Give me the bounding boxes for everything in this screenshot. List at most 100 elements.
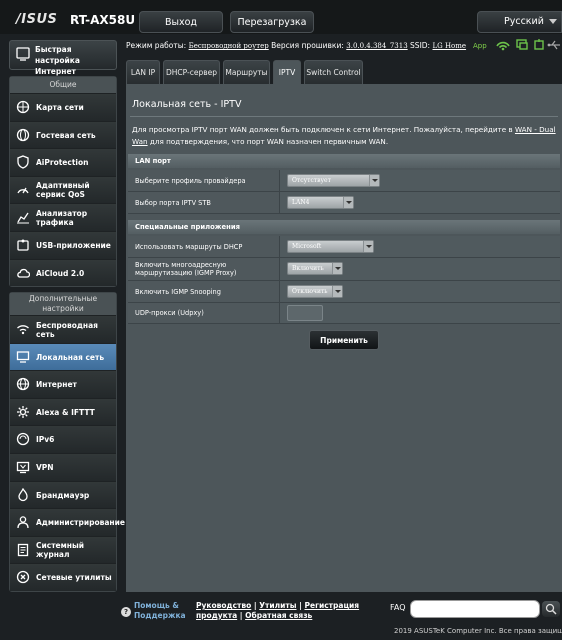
igmp-proxy-value: Включить [292,265,324,272]
registration-link-cont[interactable]: продукта [196,611,237,620]
provider-profile-select[interactable]: Отсутствует [287,174,380,187]
footer-links: Руководство | Утилиты | Регистрация прод… [196,601,360,620]
cloud-icon [15,266,31,282]
sidebar-item-aiprotection[interactable]: AiProtection [10,148,116,176]
mode-link[interactable]: Беспроводной роутер [189,42,269,50]
app-label[interactable]: App [473,42,487,50]
sidebar-item-label: Брандмауэр [36,490,90,500]
top-bar: /ISUS RT-AX58U Выход Перезагрузка Русски… [0,0,562,34]
sidebar-item-label: IPv6 [36,435,55,445]
wifi-icon [15,322,31,338]
sidebar-item-network-tools[interactable]: Сетевые утилиты [10,563,116,591]
provider-profile-cell: Отсутствует [280,170,560,191]
tab-dhcp-server[interactable]: DHCP-сервер [163,60,220,84]
utilities-link[interactable]: Утилиты [259,601,296,610]
help-icon: ? [121,607,131,617]
sidebar-item-label: Alexa & IFTTT [36,407,95,417]
link-status-icon[interactable] [533,38,545,54]
firewall-icon [15,487,31,504]
sidebar-item-usb-app[interactable]: USB-приложение [10,230,116,259]
chevron-down-icon [369,175,379,186]
shield-icon [15,155,31,171]
user-icon [15,515,31,531]
search-icon[interactable] [542,601,560,617]
help-support-link[interactable]: Помощь & Поддержка [134,601,186,621]
firmware-link[interactable]: 3.0.0.4.384_7313 [346,42,407,50]
vpn-icon [15,460,31,476]
lan-port-section-header: LAN порт [128,154,560,168]
sidebar-item-aicloud[interactable]: AiCloud 2.0 [10,258,116,287]
logout-button[interactable]: Выход [139,11,223,33]
reboot-button[interactable]: Перезагрузка [230,11,314,33]
chevron-down-icon [363,241,373,252]
dhcp-routes-select[interactable]: Microsoft [287,240,374,253]
tab-routes[interactable]: Маршруты [223,60,270,84]
tab-lan-ip[interactable]: LAN IP [126,60,160,84]
firmware-label: Версия прошивки: [271,41,344,50]
usb-icon[interactable] [547,38,561,54]
gear-icon [15,405,31,421]
sidebar-item-label: Интернет [36,380,77,390]
faq-search-input[interactable] [410,600,540,618]
sidebar-item-label: Сетевые утилиты [36,573,112,583]
content-panel: Локальная сеть - IPTV Для просмотра IPTV… [126,84,562,592]
feedback-link[interactable]: Обратная связь [245,611,312,620]
help-line-1: Помощь & [134,601,179,610]
sidebar-item-alexa-ifttt[interactable]: Alexa & IFTTT [10,397,116,426]
quick-setup-label: Быстрая настройка Интернет [35,45,80,76]
igmp-proxy-select[interactable]: Включить [287,262,343,275]
page-title: Локальная сеть - IPTV [132,99,242,110]
manual-link[interactable]: Руководство [196,601,251,610]
copyright-text: 2019 ASUSTeK Computer Inc. Все права защ… [394,627,562,635]
sidebar-item-system-log[interactable]: Системный журнал [10,535,116,564]
description-text: для подтверждения, что порт WAN назначен… [147,137,389,146]
sidebar-item-guest-network[interactable]: Гостевая сеть [10,120,116,149]
igmp-snooping-select[interactable]: Отключить [287,285,343,298]
sidebar-item-label: AiCloud 2.0 [36,268,85,278]
quick-setup-button[interactable]: Быстрая настройка Интернет [9,40,117,76]
globe-icon [15,128,31,144]
advanced-title: Дополнительные настройки [10,293,116,315]
sidebar-item-qos[interactable]: Адаптивный сервис QoS [10,175,116,204]
ssid-link[interactable]: LG Home [432,42,466,50]
sidebar-item-label: VPN [36,462,54,472]
ipv6-icon [15,432,31,448]
sidebar-item-vpn[interactable]: VPN [10,452,116,481]
sidebar-item-traffic-analyzer[interactable]: Анализатор трафика [10,203,116,231]
tab-iptv[interactable]: IPTV [273,60,301,84]
chevron-down-icon [549,19,557,24]
tab-switch-control[interactable]: Switch Control [304,60,363,84]
igmp-proxy-cell: Включить [280,258,560,280]
ssid-label: SSID: [410,41,431,50]
sidebar-item-wireless[interactable]: Беспроводная сеть [10,315,116,343]
sidebar-item-administration[interactable]: Администрирование [10,508,125,536]
wifi-status-icon[interactable] [495,38,511,54]
registration-link[interactable]: Регистрация [304,601,359,610]
sidebar-item-ipv6[interactable]: IPv6 [10,425,116,453]
sidebar-item-label: Беспроводная сеть [36,320,98,339]
asus-logo: /ISUS [16,12,58,27]
sidebar-item-lan[interactable]: Локальная сеть [10,342,116,371]
sidebar-item-firewall[interactable]: Брандмауэр [10,480,116,509]
description-text: Для просмотра IPTV порт WAN должен быть … [132,125,515,134]
sidebar-item-network-map[interactable]: Карта сети [10,93,116,121]
gauge-icon [15,183,31,199]
iptv-stb-port-select[interactable]: LAN4 [287,196,354,209]
sidebar-item-internet[interactable]: Интернет [10,370,116,398]
network-map-icon [15,100,31,116]
sidebar-item-label: USB-приложение [36,240,111,250]
udpxy-label: UDP-прокси (Udpxy) [128,303,280,323]
apply-button[interactable]: Применить [309,330,379,350]
language-select[interactable]: Русский [477,11,562,33]
udpxy-port-input[interactable] [287,305,323,321]
title-divider [130,116,558,117]
chevron-down-icon [332,263,342,274]
igmp-snooping-cell: Отключить [280,281,560,302]
help-line-2: Поддержка [134,611,186,620]
mode-label: Режим работы: [126,41,187,50]
provider-profile-label: Выберите профиль провайдера [128,170,280,191]
monitor-icon [15,350,31,366]
client-status-icon[interactable] [515,38,529,54]
globe-icon [15,377,31,393]
igmp-snooping-value: Отключить [292,288,328,295]
